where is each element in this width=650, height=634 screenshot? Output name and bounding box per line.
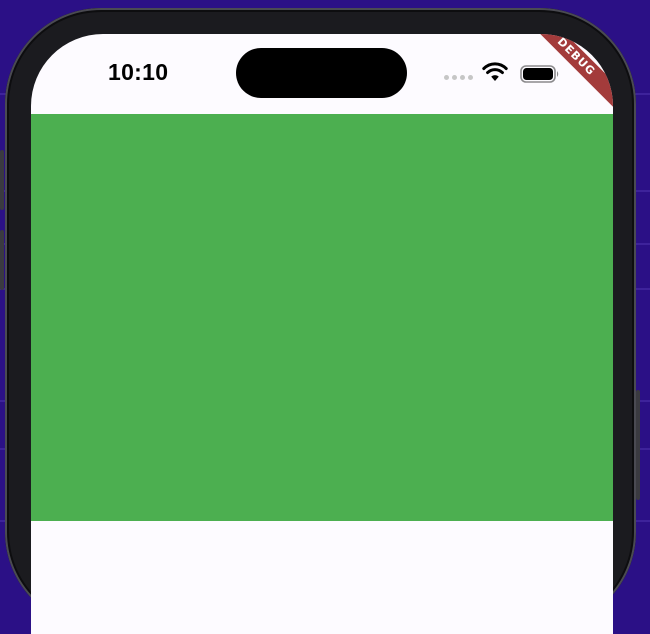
app-screen: 10:10 DEBUG bbox=[31, 34, 613, 634]
volume-button bbox=[0, 230, 4, 290]
volume-button bbox=[0, 150, 4, 210]
power-button bbox=[636, 390, 640, 500]
wifi-icon bbox=[482, 62, 508, 81]
status-bar-time: 10:10 bbox=[108, 59, 169, 85]
green-container bbox=[31, 114, 613, 521]
cellular-signal-icon bbox=[444, 75, 473, 80]
status-bar: 10:10 DEBUG bbox=[31, 34, 613, 114]
dynamic-island bbox=[236, 48, 407, 98]
battery-icon bbox=[520, 65, 559, 83]
